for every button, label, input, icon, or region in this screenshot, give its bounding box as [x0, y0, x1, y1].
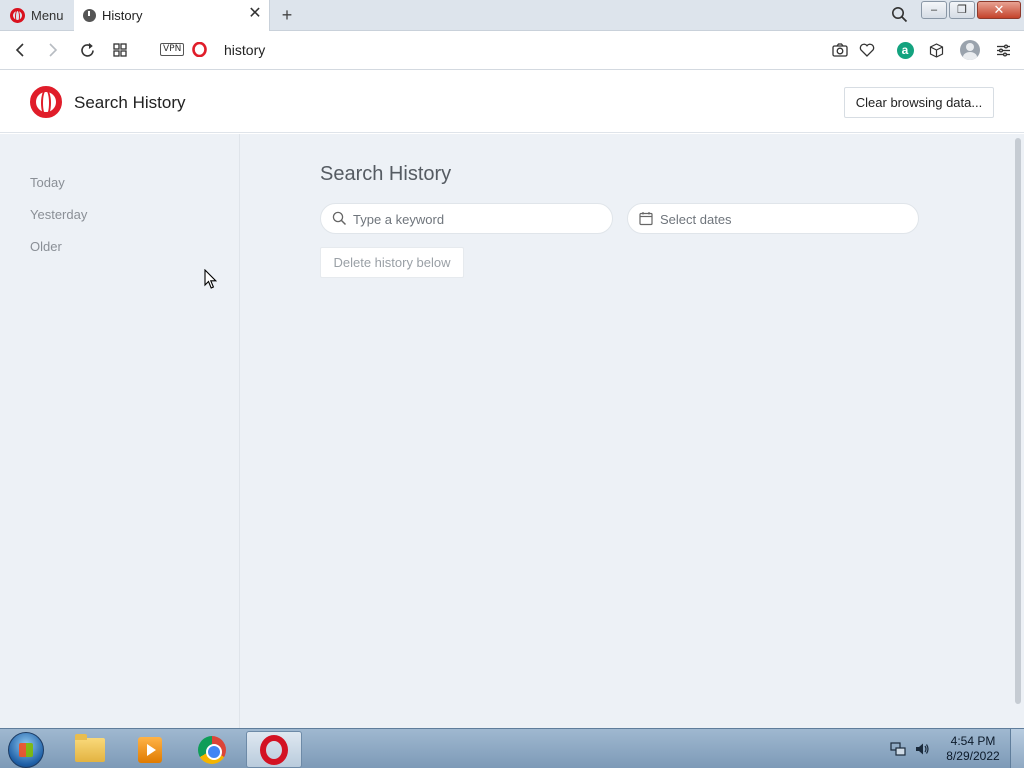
system-tray: [890, 741, 930, 760]
keyword-search-input[interactable]: [353, 210, 593, 228]
tab-strip: Menu History ✕ + – ❐ ✕: [0, 0, 1024, 31]
folder-icon: [75, 733, 105, 762]
window-controls: – ❐ ✕: [921, 1, 1021, 19]
tab-search-icon[interactable]: [891, 6, 908, 26]
tab-history[interactable]: History ✕: [74, 0, 270, 31]
speed-dial-grid-icon[interactable]: [110, 40, 130, 60]
opera-page-icon: [192, 41, 207, 60]
forward-icon[interactable]: [43, 40, 63, 60]
snapshot-camera-icon[interactable]: [830, 40, 850, 60]
sidebar-item-older[interactable]: Older: [30, 239, 62, 254]
opera-logo-icon: [10, 8, 25, 23]
keyword-search-box[interactable]: [320, 203, 613, 234]
search-icon: [332, 211, 347, 229]
opera-menu-button[interactable]: Menu: [0, 0, 74, 31]
sidebar-item-today[interactable]: Today: [30, 175, 65, 190]
restore-button[interactable]: ❐: [949, 1, 975, 19]
minimize-icon: –: [930, 4, 938, 16]
tab-title: History: [102, 8, 143, 23]
address-field[interactable]: history: [224, 42, 265, 58]
menu-label: Menu: [31, 8, 64, 23]
address-toolbar: VPN history a: [0, 31, 1024, 70]
date-picker-box[interactable]: [627, 203, 919, 234]
windows-taskbar: 4:54 PM 8/29/2022: [0, 728, 1024, 768]
back-icon[interactable]: [10, 40, 30, 60]
profile-avatar-icon[interactable]: [960, 40, 980, 60]
easy-setup-icon[interactable]: [993, 40, 1013, 60]
clock-date: 8/29/2022: [946, 749, 1000, 763]
opera-icon: [260, 734, 288, 765]
network-icon[interactable]: [890, 741, 906, 760]
history-content: Today Yesterday Older Search History Del…: [0, 134, 1024, 728]
vpn-badge[interactable]: VPN: [160, 43, 185, 56]
history-clock-icon: [83, 9, 96, 22]
taskbar-media-player[interactable]: [122, 731, 178, 768]
taskbar-opera[interactable]: [246, 731, 302, 768]
scrollbar-thumb[interactable]: [1015, 138, 1021, 704]
history-sidebar: Today Yesterday Older: [0, 134, 240, 728]
bookmarks-heart-icon[interactable]: [857, 40, 877, 60]
extensions-cube-icon[interactable]: [926, 40, 946, 60]
volume-icon[interactable]: [914, 741, 930, 760]
minimize-button[interactable]: –: [921, 1, 947, 19]
calendar-icon: [639, 211, 653, 229]
mouse-pointer-icon: [204, 268, 218, 293]
select-dates-input[interactable]: [660, 210, 900, 228]
page-title: Search History: [74, 93, 186, 112]
delete-history-below-button[interactable]: Delete history below: [320, 247, 464, 278]
media-player-icon: [138, 736, 162, 763]
clear-browsing-data-button[interactable]: Clear browsing data...: [844, 87, 994, 118]
start-button[interactable]: [8, 732, 44, 768]
reload-icon[interactable]: [77, 40, 97, 60]
close-icon: ✕: [993, 2, 1005, 17]
opera-logo-icon: [30, 86, 62, 118]
page-scrollbar[interactable]: [1012, 134, 1024, 728]
system-clock[interactable]: 4:54 PM 8/29/2022: [940, 734, 1006, 764]
chrome-icon: [198, 735, 226, 764]
taskbar-explorer[interactable]: [62, 731, 118, 768]
section-title: Search History: [320, 163, 452, 185]
clock-time: 4:54 PM: [950, 734, 996, 748]
taskbar-chrome[interactable]: [184, 731, 240, 768]
close-window-button[interactable]: ✕: [977, 1, 1021, 19]
aria-assistant-icon[interactable]: a: [895, 40, 915, 60]
close-tab-icon[interactable]: ✕: [248, 6, 262, 22]
sidebar-item-yesterday[interactable]: Yesterday: [30, 207, 87, 222]
show-desktop-button[interactable]: [1010, 729, 1024, 768]
new-tab-button[interactable]: +: [277, 4, 297, 26]
restore-icon: ❐: [957, 4, 967, 16]
page-header: Search History Clear browsing data...: [0, 70, 1024, 133]
